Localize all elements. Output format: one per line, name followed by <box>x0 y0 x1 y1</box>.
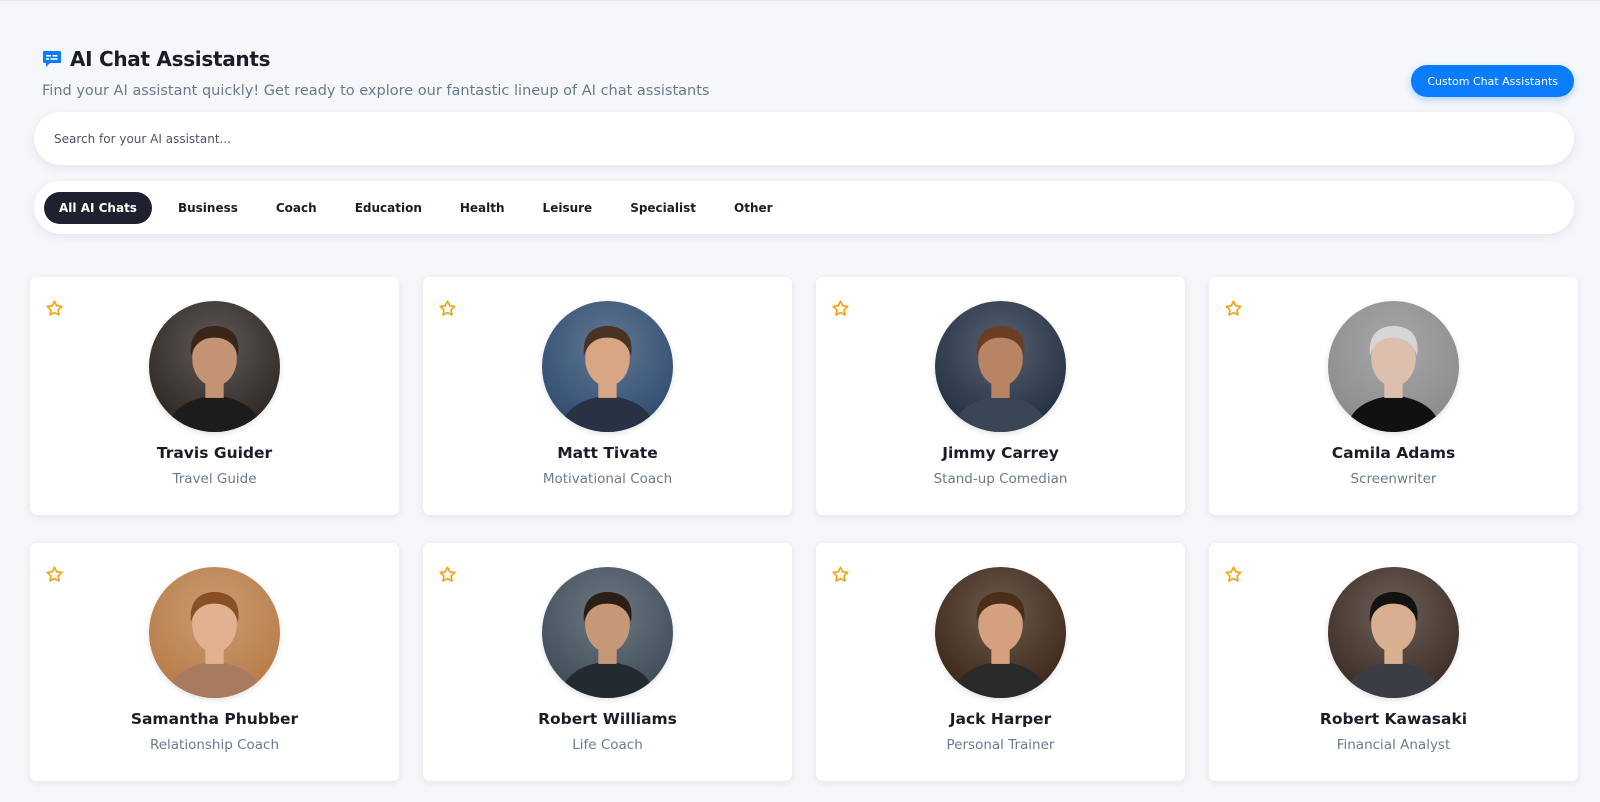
favorite-star-icon[interactable] <box>438 565 457 584</box>
assistant-name: Robert Kawasaki <box>1319 710 1468 728</box>
assistant-role: Stand-up Comedian <box>933 471 1068 487</box>
avatar <box>1328 301 1459 432</box>
assistant-role: Travel Guide <box>172 471 257 487</box>
assistant-name: Matt Tivate <box>557 444 658 462</box>
chat-bubble-icon <box>42 49 62 69</box>
tab-health[interactable]: Health <box>445 192 520 224</box>
page-title: AI Chat Assistants <box>70 47 271 71</box>
favorite-star-icon[interactable] <box>831 299 850 318</box>
assistant-name: Samantha Phubber <box>130 710 299 728</box>
avatar <box>542 567 673 698</box>
avatar <box>935 301 1066 432</box>
assistant-name: Camila Adams <box>1331 444 1456 462</box>
avatar <box>542 301 673 432</box>
tab-specialist[interactable]: Specialist <box>615 192 711 224</box>
assistant-card[interactable]: Robert Kawasaki Financial Analyst <box>1209 543 1578 781</box>
tab-all-ai-chats[interactable]: All AI Chats <box>44 191 152 224</box>
favorite-star-icon[interactable] <box>45 299 64 318</box>
assistant-card[interactable]: Matt Tivate Motivational Coach <box>423 277 792 515</box>
assistant-name: Jimmy Carrey <box>942 444 1059 462</box>
page-subtitle: Find your AI assistant quickly! Get read… <box>42 83 710 99</box>
page: AI Chat Assistants Find your AI assistan… <box>0 0 1600 802</box>
assistant-role: Personal Trainer <box>946 737 1055 753</box>
favorite-star-icon[interactable] <box>1224 565 1243 584</box>
assistant-card[interactable]: Jimmy Carrey Stand-up Comedian <box>816 277 1185 515</box>
assistant-name: Travis Guider <box>156 444 273 462</box>
tab-leisure[interactable]: Leisure <box>528 192 608 224</box>
tab-other[interactable]: Other <box>719 192 788 224</box>
assistant-role: Financial Analyst <box>1336 737 1451 753</box>
favorite-star-icon[interactable] <box>1224 299 1243 318</box>
assistant-card[interactable]: Camila Adams Screenwriter <box>1209 277 1578 515</box>
assistant-role: Motivational Coach <box>542 471 673 487</box>
title-row: AI Chat Assistants <box>42 47 1572 71</box>
category-tabs: All AI Chats Business Coach Education Health… <box>34 181 1574 234</box>
avatar <box>149 301 280 432</box>
custom-chat-assistants-button[interactable]: Custom Chat Assistants <box>1411 65 1574 97</box>
assistant-card[interactable]: Jack Harper Personal Trainer <box>816 543 1185 781</box>
avatar <box>1328 567 1459 698</box>
avatar <box>149 567 280 698</box>
avatar <box>935 567 1066 698</box>
header: AI Chat Assistants Find your AI assistan… <box>42 47 1572 99</box>
assistant-role: Screenwriter <box>1350 471 1437 487</box>
favorite-star-icon[interactable] <box>438 299 457 318</box>
favorite-star-icon[interactable] <box>45 565 64 584</box>
tab-coach[interactable]: Coach <box>261 192 332 224</box>
assistant-name: Robert Williams <box>538 710 677 728</box>
assistant-grid: Travis Guider Travel Guide Matt Tivate Moti… <box>30 277 1580 781</box>
search-input[interactable] <box>34 112 1574 165</box>
tab-business[interactable]: Business <box>163 192 253 224</box>
assistant-role: Life Coach <box>572 737 643 753</box>
assistant-card[interactable]: Travis Guider Travel Guide <box>30 277 399 515</box>
tab-education[interactable]: Education <box>340 192 437 224</box>
assistant-card[interactable]: Samantha Phubber Relationship Coach <box>30 543 399 781</box>
assistant-card[interactable]: Robert Williams Life Coach <box>423 543 792 781</box>
favorite-star-icon[interactable] <box>831 565 850 584</box>
assistant-name: Jack Harper <box>949 710 1052 728</box>
assistant-role: Relationship Coach <box>149 737 280 753</box>
